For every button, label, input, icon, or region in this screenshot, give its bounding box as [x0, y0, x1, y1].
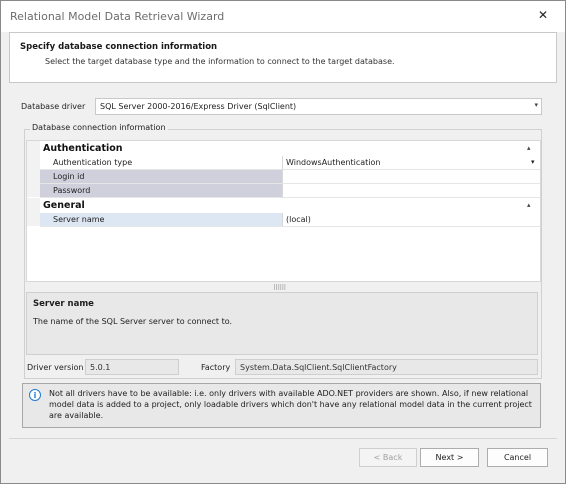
server-name-input[interactable]: (local) [283, 213, 540, 227]
category-general: General [43, 200, 85, 211]
authentication-type-value: WindowsAuthentication [286, 158, 381, 167]
collapse-general-icon[interactable]: ▴ [527, 201, 531, 209]
header-subtitle: Select the target database type and the … [45, 57, 395, 66]
splitter-grip[interactable]: ⠿⠿⠿ [273, 284, 286, 292]
footer-separator [9, 438, 557, 439]
factory-field: System.Data.SqlClient.SqlClientFactory [235, 359, 538, 375]
description-text: The name of the SQL Server server to con… [33, 317, 233, 326]
database-driver-label: Database driver [21, 102, 86, 111]
driver-version-label: Driver version [27, 363, 84, 372]
driver-version-value: 5.0.1 [90, 363, 111, 372]
login-id-input[interactable] [283, 170, 540, 184]
description-title: Server name [33, 299, 94, 309]
category-gutter [27, 141, 40, 155]
header-title: Specify database connection information [20, 42, 218, 52]
window-title: Relational Model Data Retrieval Wizard [10, 10, 225, 23]
property-name-server-name[interactable]: Server name [40, 213, 283, 227]
property-value-authentication-type[interactable]: WindowsAuthentication ▾ [283, 156, 540, 170]
category-gutter [27, 198, 40, 212]
back-button[interactable]: < Back [359, 448, 417, 467]
next-button[interactable]: Next > [420, 448, 479, 467]
connection-group-title: Database connection information [30, 123, 168, 132]
wizard-window: Relational Model Data Retrieval Wizard ✕… [0, 0, 566, 484]
factory-label: Factory [201, 363, 231, 372]
category-authentication: Authentication [43, 143, 123, 154]
password-input[interactable] [283, 184, 540, 198]
chevron-down-icon[interactable]: ▾ [534, 101, 538, 109]
info-box: i Not all drivers have to be available: … [22, 383, 541, 428]
database-driver-select[interactable]: SQL Server 2000-2016/Express Driver (Sql… [95, 98, 542, 115]
property-name-login-id[interactable]: Login id [40, 170, 283, 184]
database-driver-value: SQL Server 2000-2016/Express Driver (Sql… [100, 102, 297, 111]
description-panel: Server name The name of the SQL Server s… [26, 292, 538, 355]
info-icon: i [29, 389, 41, 401]
row-gutter [27, 155, 40, 197]
row-gutter [27, 212, 40, 226]
collapse-authentication-icon[interactable]: ▴ [527, 144, 531, 152]
info-text: Not all drivers have to be available: i.… [49, 389, 532, 420]
driver-version-field: 5.0.1 [85, 359, 179, 375]
property-name-password[interactable]: Password [40, 184, 283, 198]
property-grid: Authentication ▴ Authentication type Win… [26, 140, 541, 282]
title-bar: Relational Model Data Retrieval Wizard ✕ [1, 1, 565, 32]
property-name-authentication-type[interactable]: Authentication type [40, 156, 283, 170]
chevron-down-icon[interactable]: ▾ [531, 156, 535, 169]
wizard-header: Specify database connection information … [9, 32, 557, 83]
factory-value: System.Data.SqlClient.SqlClientFactory [240, 363, 397, 372]
cancel-button[interactable]: Cancel [487, 448, 548, 467]
close-icon[interactable]: ✕ [536, 8, 550, 22]
